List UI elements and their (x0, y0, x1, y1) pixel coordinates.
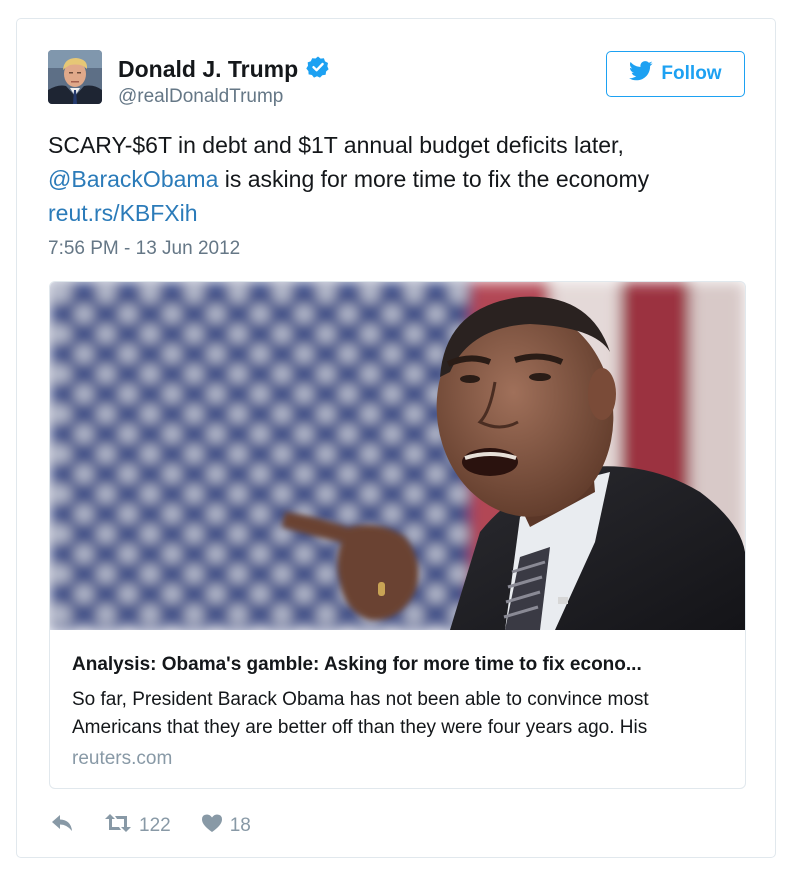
tweet-actions: 122 18 (50, 814, 251, 838)
tweet-text-part2: is asking for more time to fix the econo… (218, 166, 650, 192)
user-name[interactable]: Donald J. Trump (118, 56, 298, 83)
follow-button[interactable]: Follow (606, 51, 745, 97)
like-button[interactable]: 18 (201, 813, 251, 839)
like-count: 18 (229, 815, 251, 836)
verified-badge-icon (306, 55, 330, 84)
heart-icon (201, 813, 223, 839)
avatar-image (48, 50, 102, 104)
retweet-icon (104, 813, 132, 839)
tweet-text: SCARY-$6T in debt and $1T annual budget … (48, 128, 738, 230)
retweet-button[interactable]: 122 (104, 813, 171, 839)
retweet-count: 122 (139, 815, 171, 836)
link-card-domain: reuters.com (72, 748, 173, 769)
avatar[interactable] (48, 50, 102, 104)
follow-label: Follow (661, 63, 722, 84)
link-preview-card[interactable]: Analysis: Obama's gamble: Asking for mor… (49, 281, 746, 789)
reply-icon (50, 813, 74, 839)
tweet-card: Donald J. Trump @realDonaldTrump Follow … (16, 18, 776, 858)
link-card-title: Analysis: Obama's gamble: Asking for mor… (72, 654, 642, 675)
link-card-description: So far, President Barack Obama has not b… (72, 689, 649, 738)
user-handle[interactable]: @realDonaldTrump (118, 86, 283, 108)
obama-photo (50, 282, 745, 630)
reply-button[interactable] (50, 813, 74, 839)
twitter-bird-icon (629, 61, 654, 87)
tweet-timestamp[interactable]: 7:56 PM - 13 Jun 2012 (48, 238, 240, 260)
link-card-image (50, 282, 745, 630)
tweet-text-part1: SCARY-$6T in debt and $1T annual budget … (48, 132, 624, 158)
mention-link[interactable]: @BarackObama (48, 166, 218, 192)
tweet-url-link[interactable]: reut.rs/KBFXih (48, 200, 198, 226)
user-name-row[interactable]: Donald J. Trump (118, 55, 330, 84)
